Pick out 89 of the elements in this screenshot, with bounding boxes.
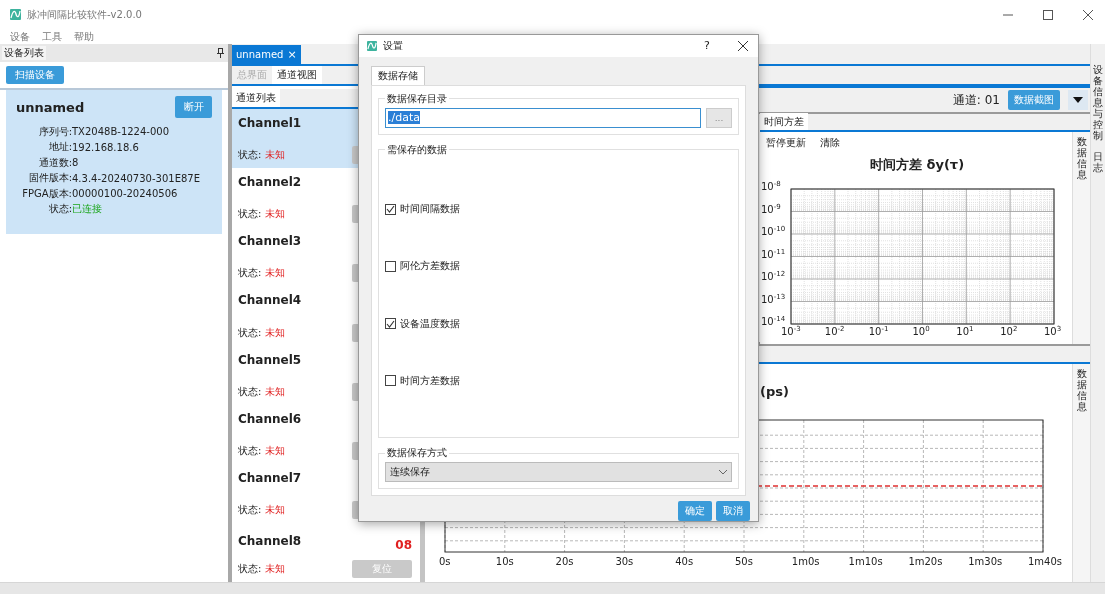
axis-tick-label: 10$^{2}$: [1000, 325, 1018, 338]
panel-title: 设备列表: [2, 46, 46, 60]
channel-name: Channel1: [238, 116, 302, 130]
menu-item[interactable]: 设备: [10, 29, 30, 44]
pin-icon[interactable]: [217, 48, 224, 58]
field-label: FPGA版本:: [21, 186, 72, 201]
group-label: 数据保存目录: [386, 91, 448, 106]
axis-tick-label: 10$^{-11}$: [761, 247, 786, 260]
dialog-tab[interactable]: 数据存储: [371, 65, 425, 85]
channel-status: 状态: 未知: [238, 325, 285, 340]
channel-name: Channel6: [238, 411, 302, 426]
list-tab[interactable]: 通道列表: [232, 89, 280, 107]
chevron-down-icon: [719, 469, 727, 475]
chart-tab[interactable]: 时间方差: [760, 113, 808, 130]
axis-tick-label: 40s: [675, 556, 694, 567]
dropdown-button[interactable]: [1068, 90, 1088, 110]
field-label: 地址:: [47, 140, 72, 155]
window-title: 脉冲间隔比较软件-v2.0.0: [27, 7, 143, 22]
axis-tick-label: 1m20s: [908, 556, 943, 567]
app-logo-icon: [367, 40, 377, 51]
field-value: 已连接: [72, 202, 103, 217]
channel-status: 状态: 未知: [238, 443, 285, 458]
field-value: 00000100-20240506: [72, 188, 179, 200]
axis-tick-label: 10$^{-3}$: [781, 325, 801, 338]
axis-tick-label: 1m30s: [968, 556, 1003, 567]
axis-tick-label: 10$^{3}$: [1044, 325, 1062, 338]
path-field[interactable]: ./data: [385, 107, 701, 128]
field-value: 8: [72, 157, 80, 169]
axis-tick-label: 10$^{-12}$: [761, 270, 786, 283]
axis-tick-label: 10$^{-1}$: [868, 325, 889, 338]
app-logo-icon: [10, 9, 21, 20]
field-label: 固件版本:: [27, 171, 72, 186]
channel-status: 状态: 未知: [238, 562, 285, 576]
axis-tick-label: 1m40s: [1028, 556, 1063, 567]
channel-name: Channel7: [238, 470, 302, 485]
axis-tick-label: 10$^{-8}$: [761, 180, 781, 193]
channel-name: Channel8: [238, 533, 302, 548]
checkbox[interactable]: [385, 260, 396, 272]
axis-tick-label: 10$^{-13}$: [761, 292, 786, 305]
view-tab[interactable]: 通道视图: [272, 66, 322, 84]
device-name: unnamed: [16, 99, 85, 115]
axis-tick-label: 10$^{-9}$: [761, 202, 781, 215]
chart-title: 时间方差 δy(τ): [870, 156, 965, 174]
menu-item[interactable]: 帮助: [74, 29, 94, 44]
checkbox[interactable]: [385, 375, 396, 387]
axis-tick-label: 10$^{-14}$: [761, 315, 786, 328]
chart-title: (ps): [760, 384, 789, 399]
triangle-down-icon: [1073, 97, 1083, 103]
checkbox[interactable]: [385, 318, 396, 329]
channel-name: Channel4: [238, 293, 302, 308]
axis-tick-label: 1m0s: [791, 556, 820, 567]
field-label: 状态:: [47, 202, 72, 217]
side-tab[interactable]: 设备信息与控制: [1093, 64, 1103, 141]
axis-tick-label: 10$^{1}$: [956, 325, 974, 338]
channel-status: 状态: 未知: [238, 502, 285, 517]
side-tab[interactable]: 数据信息: [1072, 132, 1090, 344]
field-label: 序列号:: [37, 124, 72, 139]
axis-tick-label: 10$^{-2}$: [824, 325, 845, 338]
axis-tick-label: 0s: [439, 556, 451, 567]
field-value: TX2048B-1224-000: [72, 126, 171, 138]
checkbox[interactable]: [385, 203, 396, 215]
dialog-title: 设置: [383, 38, 404, 53]
channel-label: 通道: 01: [952, 91, 1000, 109]
channel-status: 状态: 未知: [238, 148, 285, 163]
channel-status: 状态: 未知: [238, 207, 285, 222]
axis-tick-label: 10s: [495, 556, 514, 567]
help-button[interactable]: ?: [692, 39, 722, 53]
channel-status: 状态: 未知: [238, 384, 285, 399]
channel-name: Channel2: [238, 175, 302, 190]
axis-tick-label: 20s: [555, 556, 574, 567]
field-value: 4.3.4-20240730-301E87E: [72, 172, 201, 184]
channel-status: 状态: 未知: [238, 266, 285, 281]
channel-value: 08: [395, 537, 412, 552]
axis-tick-label: 10$^{-10}$: [761, 225, 786, 238]
field-label: 通道数:: [37, 155, 72, 170]
channel-name: Channel3: [238, 234, 302, 249]
mode-select[interactable]: 连续保存: [385, 462, 732, 482]
toolbar-link[interactable]: 清除: [820, 136, 840, 150]
axis-tick-label: 10$^{0}$: [912, 325, 930, 338]
document-tab[interactable]: unnamed ×: [232, 45, 301, 64]
side-tab[interactable]: 数据信息: [1072, 364, 1090, 582]
field-value: 192.168.18.6: [72, 141, 140, 153]
axis-tick-label: 50s: [735, 556, 753, 567]
menu-item[interactable]: 工具: [42, 29, 62, 44]
axis-tick-label: 30s: [615, 556, 634, 567]
side-tab[interactable]: 日志: [1093, 151, 1103, 173]
axis-tick-label: 1m10s: [848, 556, 883, 567]
toolbar-link[interactable]: 暂停更新: [766, 136, 806, 150]
channel-name: Channel5: [238, 352, 302, 367]
